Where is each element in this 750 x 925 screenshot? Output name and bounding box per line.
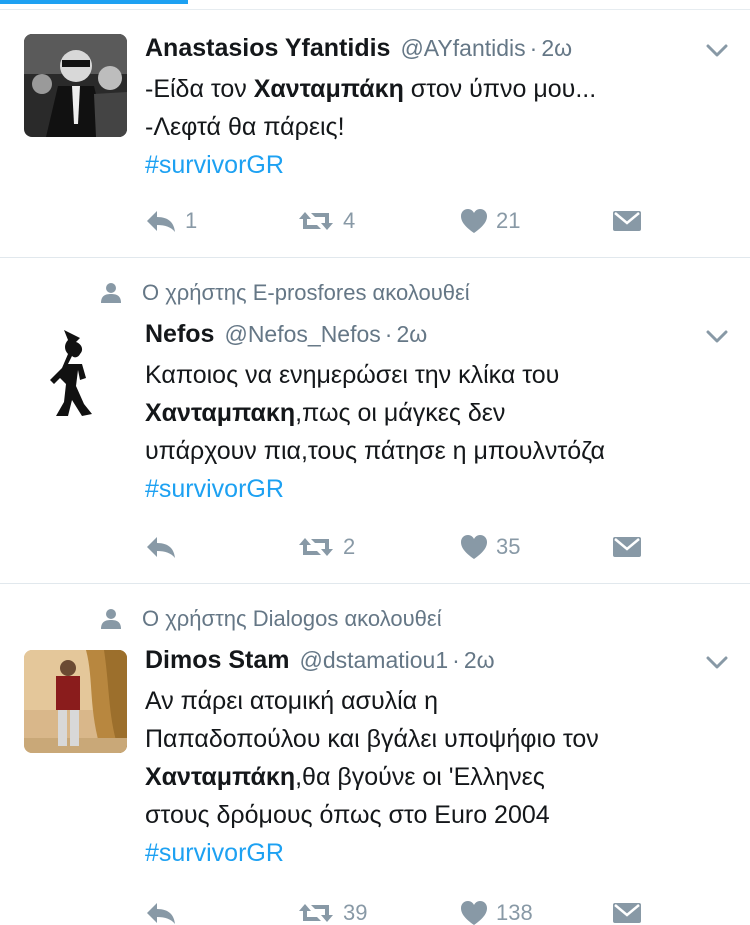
retweet-count: 4 [343, 208, 356, 233]
tab-bar [0, 0, 750, 10]
direct-message-button[interactable] [612, 530, 642, 564]
person-icon [101, 609, 121, 629]
author-handle[interactable]: @Nefos_Nefos [224, 321, 380, 348]
tweet-header: Dimos Stam @dstamatiou1 · 2ω [145, 646, 730, 678]
like-count: 21 [496, 208, 521, 233]
avatar[interactable] [24, 324, 127, 427]
author-handle[interactable]: @AYfantidis [400, 35, 525, 62]
text-run: -Λεφτά θα πάρεις! [145, 113, 345, 141]
avatar[interactable] [24, 650, 127, 753]
retweet-icon [299, 212, 333, 230]
direct-message-button[interactable] [612, 204, 642, 238]
separator-dot: · [452, 647, 460, 673]
author-name[interactable]: Dimos Stam [145, 646, 289, 675]
hashtag-link[interactable]: #survivorGR [145, 834, 732, 872]
text-run: στον ύπνο μου... [403, 75, 597, 103]
direct-message-icon [613, 537, 641, 557]
separator-dot: · [529, 35, 538, 61]
text-run: υπάρχουν πια,τους πάτησε η μπουλντόζα [145, 437, 605, 465]
retweet-icon [299, 538, 333, 556]
retweet-button[interactable]: 2 [297, 530, 355, 564]
separator-dot: · [384, 321, 393, 347]
text-run: στους δρόμους όπως στο Euro 2004 [145, 801, 550, 829]
retweet-count: 39 [343, 900, 368, 925]
chevron-down-icon[interactable] [706, 44, 728, 58]
retweet-button[interactable]: 4 [297, 204, 355, 238]
active-tab-indicator [0, 0, 188, 4]
social-context-text[interactable]: Ο χρήστης E-prosfores ακολουθεί [142, 280, 470, 306]
text-run: Αν πάρει ατομική ασυλία η [145, 687, 438, 715]
author-handle[interactable]: @dstamatiou1 [299, 647, 448, 674]
text-bold: Χανταμπακη [145, 399, 296, 427]
hashtag-link[interactable]: #survivorGR [145, 146, 732, 184]
tweet-header: Anastasios Yfantidis @AYfantidis · 2ω [145, 34, 730, 66]
retweet-icon [299, 904, 333, 922]
author-name[interactable]: Nefos [145, 320, 214, 349]
text-run: ,θα βγούνε οι 'Ελληνες [295, 763, 545, 791]
tweet[interactable]: Ο χρήστης Dialogos ακολουθεί Dimos Stam … [0, 584, 750, 925]
reply-button[interactable] [145, 530, 185, 564]
tweet[interactable]: Ο χρήστης E-prosfores ακολουθεί Nefos @N… [0, 258, 750, 584]
like-icon [461, 901, 487, 925]
tweet-header: Nefos @Nefos_Nefos · 2ω [145, 320, 730, 352]
reply-button[interactable] [145, 896, 185, 925]
tweet-actions: 39 138 [145, 896, 730, 925]
direct-message-icon [613, 211, 641, 231]
author-name[interactable]: Anastasios Yfantidis [145, 34, 390, 63]
like-icon [461, 209, 487, 233]
reply-count: 1 [185, 208, 198, 233]
person-icon [101, 283, 121, 303]
like-count: 35 [496, 534, 521, 559]
reply-icon [147, 537, 175, 558]
social-context-text[interactable]: Ο χρήστης Dialogos ακολουθεί [142, 606, 442, 632]
tweet[interactable]: Anastasios Yfantidis @AYfantidis · 2ω -Ε… [0, 10, 750, 258]
text-run: Καποιος να ενημερώσει την κλίκα του [145, 361, 560, 389]
avatar[interactable] [24, 34, 127, 137]
reply-icon [147, 903, 175, 924]
retweet-button[interactable]: 39 [297, 896, 367, 925]
text-run: ,πως οι μάγκες δεν [295, 399, 506, 427]
like-button[interactable]: 138 [460, 896, 533, 925]
tweet-actions: 1 4 21 [145, 204, 730, 238]
direct-message-icon [613, 903, 641, 923]
tweet-actions: 2 35 [145, 530, 730, 564]
tweet-text: Αν πάρει ατομική ασυλία η Παπαδοπούλου κ… [145, 682, 732, 872]
reply-icon [147, 211, 175, 232]
text-run: Παπαδοπούλου και βγάλει υποψήφιο τον [145, 725, 599, 753]
chevron-down-icon[interactable] [706, 330, 728, 344]
reply-button[interactable]: 1 [145, 204, 197, 238]
timestamp[interactable]: 2ω [464, 647, 495, 674]
text-bold: Χανταμπάκη [145, 763, 296, 791]
timestamp[interactable]: 2ω [396, 321, 427, 348]
like-button[interactable]: 21 [460, 204, 520, 238]
social-context: Ο χρήστης Dialogos ακολουθεί [100, 602, 442, 636]
like-count: 138 [496, 900, 533, 925]
direct-message-button[interactable] [612, 896, 642, 925]
tweet-text: Καποιος να ενημερώσει την κλίκα του Χαντ… [145, 356, 732, 508]
hashtag-link[interactable]: #survivorGR [145, 470, 732, 508]
text-bold: Χανταμπάκη [253, 75, 404, 103]
timestamp[interactable]: 2ω [541, 35, 572, 62]
chevron-down-icon[interactable] [706, 656, 728, 670]
tweet-text: -Είδα τον Χανταμπάκη στον ύπνο μου... -Λ… [145, 70, 732, 184]
text-run: -Είδα τον [145, 75, 254, 103]
like-icon [461, 535, 487, 559]
like-button[interactable]: 35 [460, 530, 520, 564]
retweet-count: 2 [343, 534, 356, 559]
social-context: Ο χρήστης E-prosfores ακολουθεί [100, 276, 470, 310]
